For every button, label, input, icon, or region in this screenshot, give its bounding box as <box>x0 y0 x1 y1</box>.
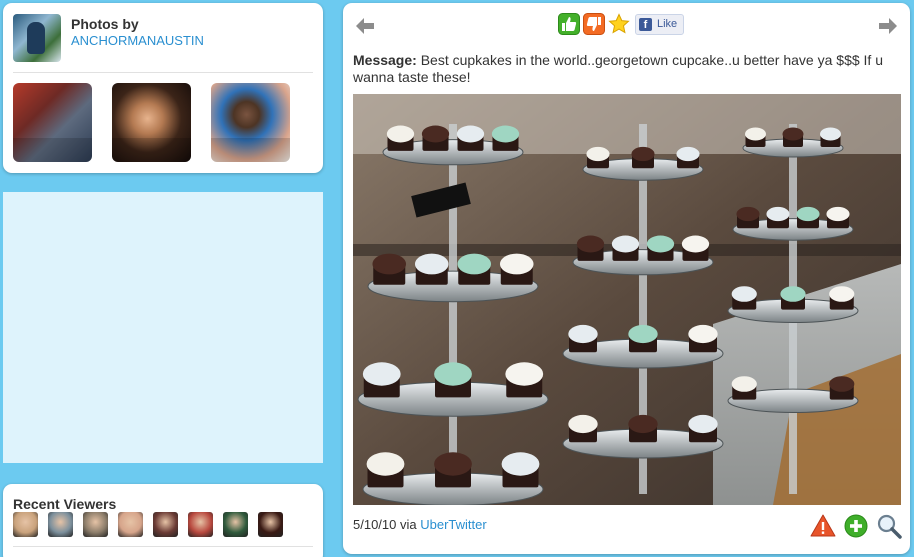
plus-icon[interactable] <box>843 513 869 539</box>
via-app-link[interactable]: UberTwitter <box>420 517 486 532</box>
thumbs-down-icon[interactable] <box>583 13 605 35</box>
photo-detail-panel: f Like Message: Best cupkakes in the wor… <box>343 3 910 554</box>
post-message: Message: Best cupkakes in the world..geo… <box>353 52 898 86</box>
arrow-right-icon[interactable] <box>878 17 898 35</box>
viewer-avatar-4[interactable] <box>118 512 143 537</box>
magnifier-icon[interactable] <box>876 513 902 539</box>
divider <box>13 72 313 73</box>
recent-viewers-panel: Recent Viewers <box>3 484 323 557</box>
cupcake-display-photo <box>353 94 901 505</box>
post-meta: 5/10/10 via UberTwitter <box>353 517 487 532</box>
star-icon[interactable] <box>608 13 630 35</box>
photo-thumbnail-1[interactable] <box>13 83 92 162</box>
message-label: Message: <box>353 52 417 68</box>
viewer-avatar-2[interactable] <box>48 512 73 537</box>
photo-thumbnail-2[interactable] <box>112 83 191 162</box>
main-photo[interactable] <box>353 94 901 505</box>
owner-name-link[interactable]: ANCHORMANAUSTIN <box>71 33 204 48</box>
viewer-avatar-6[interactable] <box>188 512 213 537</box>
owner-avatar[interactable] <box>13 14 61 62</box>
warning-icon[interactable] <box>810 513 836 539</box>
photo-thumbnail-3[interactable] <box>211 83 290 162</box>
photos-by-label: Photos by <box>71 16 139 32</box>
arrow-left-icon[interactable] <box>355 17 375 35</box>
divider <box>13 546 313 547</box>
facebook-icon: f <box>639 18 652 31</box>
recent-viewers-title: Recent Viewers <box>13 496 117 512</box>
ad-placeholder-panel <box>3 192 323 463</box>
thumbs-up-icon[interactable] <box>558 13 580 35</box>
viewer-avatar-7[interactable] <box>223 512 248 537</box>
via-text: via <box>400 517 417 532</box>
post-date: 5/10/10 <box>353 517 397 532</box>
viewer-avatar-8[interactable] <box>258 512 283 537</box>
viewer-avatar-5[interactable] <box>153 512 178 537</box>
like-label: Like <box>657 18 678 30</box>
photos-by-panel: Photos by ANCHORMANAUSTIN <box>3 3 323 173</box>
message-text: Best cupkakes in the world..georgetown c… <box>353 52 883 85</box>
facebook-like-button[interactable]: f Like <box>635 14 684 35</box>
viewer-avatar-3[interactable] <box>83 512 108 537</box>
viewer-avatar-1[interactable] <box>13 512 38 537</box>
